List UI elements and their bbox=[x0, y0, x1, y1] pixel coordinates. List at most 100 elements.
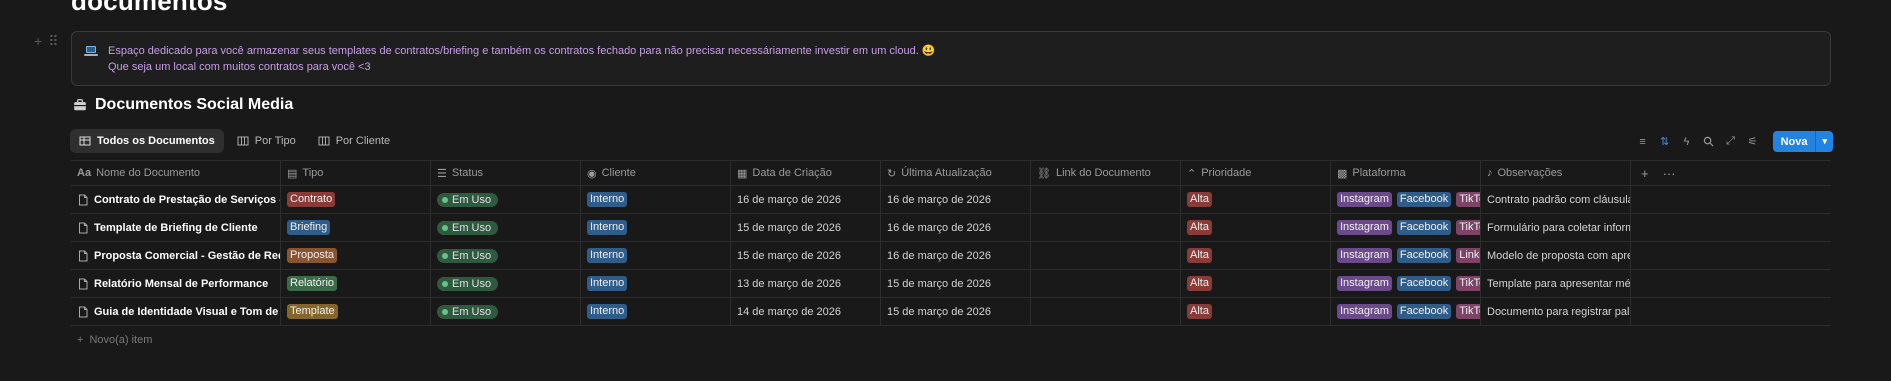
column-header-ultima-atualizacao[interactable]: ↻ Última Atualização bbox=[881, 161, 1031, 185]
search-icon[interactable] bbox=[1701, 134, 1717, 150]
column-header-status[interactable]: ☰ Status bbox=[431, 161, 581, 185]
column-header-tipo[interactable]: ▤ Tipo bbox=[281, 161, 431, 185]
cell-nome[interactable]: Template de Briefing de Cliente bbox=[71, 214, 281, 241]
cell-prioridade[interactable]: Alta bbox=[1181, 186, 1331, 213]
person-icon: ◉ bbox=[587, 167, 597, 180]
cell-ultima-atualizacao[interactable]: 16 de março de 2026 bbox=[881, 186, 1031, 213]
column-header-data-criacao[interactable]: ▦ Data de Criação bbox=[731, 161, 881, 185]
database-title[interactable]: Documentos Social Media bbox=[73, 96, 293, 114]
cell-nome[interactable]: Proposta Comercial - Gestão de Redes Soc… bbox=[71, 242, 281, 269]
add-row-button[interactable]: + Novo(a) item bbox=[71, 326, 1831, 354]
cell-data-criacao[interactable]: 14 de março de 2026 bbox=[731, 298, 881, 325]
more-icon[interactable]: ··· bbox=[1663, 166, 1676, 181]
cliente-tag: Interno bbox=[587, 220, 628, 235]
cell-observacoes[interactable]: Documento para registrar paleta bbox=[1481, 298, 1631, 325]
new-button[interactable]: Nova ▾ bbox=[1772, 131, 1833, 152]
cell-cliente[interactable]: Interno bbox=[581, 242, 731, 269]
cell-status[interactable]: Em Uso bbox=[431, 270, 581, 297]
expand-icon[interactable]: ⤢ bbox=[1723, 134, 1739, 150]
cell-link[interactable] bbox=[1031, 242, 1181, 269]
date-created: 13 de março de 2026 bbox=[737, 277, 841, 290]
column-header-prioridade[interactable]: ⌃ Prioridade bbox=[1181, 161, 1331, 185]
cliente-tag: Interno bbox=[587, 304, 628, 319]
block-handles[interactable]: + ⠿ bbox=[34, 33, 58, 50]
cell-prioridade[interactable]: Alta bbox=[1181, 242, 1331, 269]
cell-status[interactable]: Em Uso bbox=[431, 186, 581, 213]
column-header-link[interactable]: ⛓ Link do Documento bbox=[1031, 161, 1181, 185]
cell-link[interactable] bbox=[1031, 270, 1181, 297]
table-row[interactable]: Template de Briefing de Cliente Briefing E… bbox=[71, 214, 1831, 242]
table-row[interactable]: Relatório Mensal de Performance Relatório… bbox=[71, 270, 1831, 298]
cell-status[interactable]: Em Uso bbox=[431, 298, 581, 325]
table-row[interactable]: Guia de Identidade Visual e Tom de Voz Te… bbox=[71, 298, 1831, 326]
cell-observacoes[interactable]: Contrato padrão com cláusulas bbox=[1481, 186, 1631, 213]
page-icon bbox=[79, 250, 88, 261]
cell-cliente[interactable]: Interno bbox=[581, 214, 731, 241]
tab-todos-os-documentos[interactable]: Todos os Documentos bbox=[70, 129, 224, 153]
cell-ultima-atualizacao[interactable]: 16 de março de 2026 bbox=[881, 242, 1031, 269]
settings-icon[interactable]: ⚟ bbox=[1745, 134, 1761, 150]
document-name[interactable]: Proposta Comercial - Gestão de Redes Soc… bbox=[94, 250, 280, 262]
observation-text: Documento para registrar paleta bbox=[1487, 305, 1631, 318]
cell-observacoes[interactable]: Formulário para coletar informações bbox=[1481, 214, 1631, 241]
cell-ultima-atualizacao[interactable]: 15 de março de 2026 bbox=[881, 270, 1031, 297]
cell-observacoes[interactable]: Modelo de proposta com apresentação bbox=[1481, 242, 1631, 269]
cell-status[interactable]: Em Uso bbox=[431, 214, 581, 241]
cell-status[interactable]: Em Uso bbox=[431, 242, 581, 269]
add-column-icon[interactable]: + bbox=[1641, 166, 1649, 181]
cell-data-criacao[interactable]: 15 de março de 2026 bbox=[731, 214, 881, 241]
cell-nome[interactable]: Guia de Identidade Visual e Tom de Voz bbox=[71, 298, 281, 325]
filter-icon[interactable]: ≡ bbox=[1635, 134, 1651, 150]
lightning-icon[interactable]: ϟ bbox=[1679, 134, 1695, 150]
column-header-plataforma[interactable]: ▩ Plataforma bbox=[1331, 161, 1481, 185]
cell-cliente[interactable]: Interno bbox=[581, 298, 731, 325]
cell-plataforma[interactable]: Instagram Facebook TikTok bbox=[1331, 214, 1481, 241]
cell-ultima-atualizacao[interactable]: 15 de março de 2026 bbox=[881, 298, 1031, 325]
cell-plataforma[interactable]: Instagram Facebook TikTok bbox=[1331, 298, 1481, 325]
sort-icon[interactable]: ⇅ bbox=[1657, 134, 1673, 150]
cell-plataforma[interactable]: Instagram Facebook LinkedIn bbox=[1331, 242, 1481, 269]
cell-plataforma[interactable]: Instagram Facebook TikTok bbox=[1331, 186, 1481, 213]
cell-data-criacao[interactable]: 16 de março de 2026 bbox=[731, 186, 881, 213]
add-block-icon[interactable]: + bbox=[34, 33, 42, 50]
drag-handle-icon[interactable]: ⠿ bbox=[48, 33, 58, 50]
tab-por-tipo[interactable]: Por Tipo bbox=[228, 129, 305, 153]
cell-cliente[interactable]: Interno bbox=[581, 186, 731, 213]
cell-nome[interactable]: Relatório Mensal de Performance bbox=[71, 270, 281, 297]
cell-link[interactable] bbox=[1031, 214, 1181, 241]
column-header-cliente[interactable]: ◉ Cliente bbox=[581, 161, 731, 185]
cell-link[interactable] bbox=[1031, 298, 1181, 325]
column-header-observacoes[interactable]: ♪ Observações bbox=[1481, 161, 1631, 185]
cell-prioridade[interactable]: Alta bbox=[1181, 298, 1331, 325]
chevron-down-icon[interactable]: ▾ bbox=[1815, 131, 1833, 152]
cell-tipo[interactable]: Contrato bbox=[281, 186, 431, 213]
cell-observacoes[interactable]: Template para apresentar métricas bbox=[1481, 270, 1631, 297]
cell-cliente[interactable]: Interno bbox=[581, 270, 731, 297]
cell-tipo[interactable]: Relatório bbox=[281, 270, 431, 297]
document-name[interactable]: Guia de Identidade Visual e Tom de Voz bbox=[94, 306, 280, 318]
status-dot bbox=[442, 280, 448, 287]
tipo-tag: Proposta bbox=[287, 248, 338, 263]
table-row[interactable]: Contrato de Prestação de Serviços - Soci… bbox=[71, 186, 1831, 214]
cell-plataforma[interactable]: Instagram Facebook TikTok bbox=[1331, 270, 1481, 297]
cell-data-criacao[interactable]: 13 de março de 2026 bbox=[731, 270, 881, 297]
plus-icon: + bbox=[77, 334, 84, 346]
tab-por-cliente[interactable]: Por Cliente bbox=[309, 129, 399, 153]
cell-tipo[interactable]: Briefing bbox=[281, 214, 431, 241]
header-extras: + ··· bbox=[1631, 161, 1676, 185]
cell-prioridade[interactable]: Alta bbox=[1181, 214, 1331, 241]
document-name[interactable]: Relatório Mensal de Performance bbox=[94, 278, 268, 290]
table-row[interactable]: Proposta Comercial - Gestão de Redes Soc… bbox=[71, 242, 1831, 270]
cell-link[interactable] bbox=[1031, 186, 1181, 213]
callout-block[interactable]: Espaço dedicado para você armazenar seus… bbox=[71, 31, 1831, 86]
cell-tipo[interactable]: Template bbox=[281, 298, 431, 325]
cell-nome[interactable]: Contrato de Prestação de Serviços - Soci… bbox=[71, 186, 281, 213]
document-name[interactable]: Contrato de Prestação de Serviços - Soci… bbox=[94, 194, 280, 206]
platform-tag: Instagram bbox=[1337, 220, 1392, 235]
cell-tipo[interactable]: Proposta bbox=[281, 242, 431, 269]
column-header-nome[interactable]: Aa Nome do Documento bbox=[71, 161, 281, 185]
cell-prioridade[interactable]: Alta bbox=[1181, 270, 1331, 297]
document-name[interactable]: Template de Briefing de Cliente bbox=[94, 222, 258, 234]
cell-data-criacao[interactable]: 15 de março de 2026 bbox=[731, 242, 881, 269]
cell-ultima-atualizacao[interactable]: 16 de março de 2026 bbox=[881, 214, 1031, 241]
